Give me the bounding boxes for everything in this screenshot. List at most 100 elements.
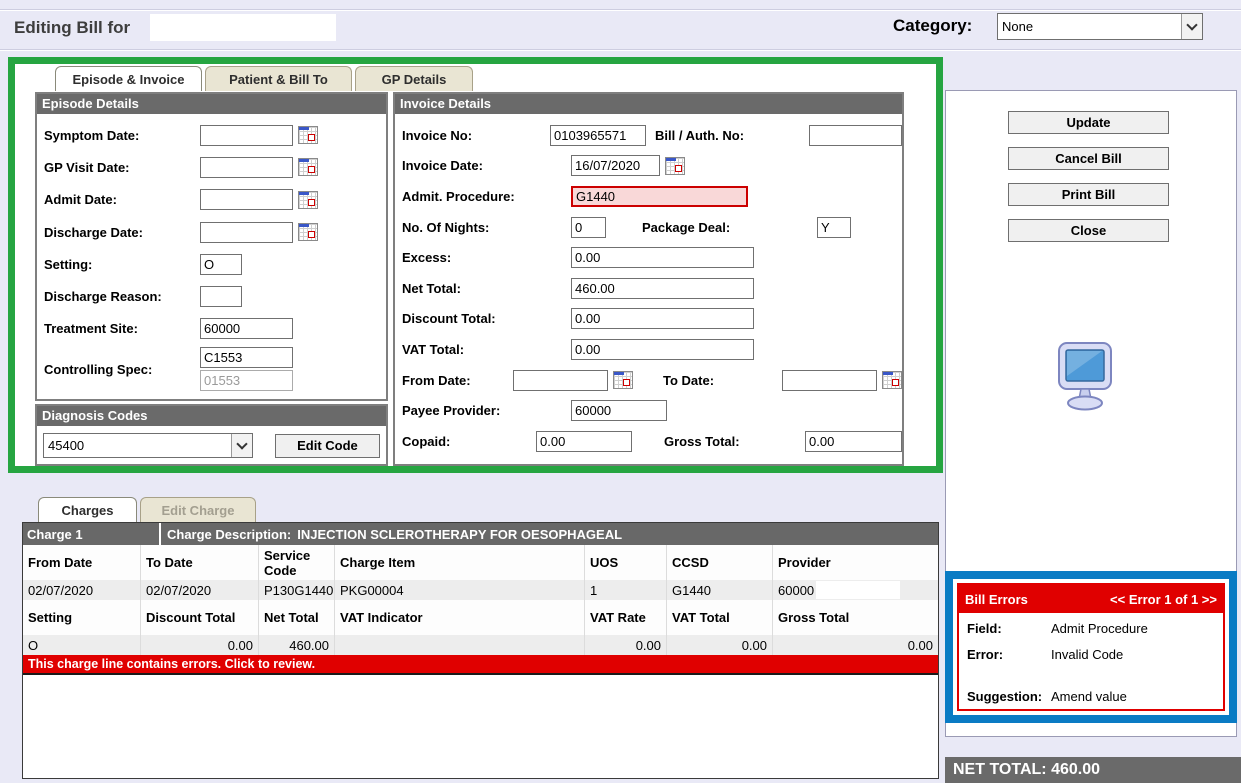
- discharge-date-input[interactable]: [200, 221, 293, 243]
- discount-total-cell: 0.00: [141, 635, 259, 655]
- from-date-input[interactable]: [513, 369, 608, 391]
- admit-date-label: Admit Date:: [44, 192, 117, 208]
- episode-details-panel: Episode Details Symptom Date: GP Visit D…: [35, 92, 388, 401]
- charge-number: Charge 1: [23, 523, 161, 545]
- package-deal-input[interactable]: [817, 216, 851, 238]
- uos-cell: 1: [585, 580, 667, 600]
- col-header: Service Code: [259, 545, 335, 580]
- diagnosis-code-select[interactable]: 45400: [43, 433, 253, 458]
- gp-visit-date-input[interactable]: [200, 156, 293, 178]
- edit-code-button[interactable]: Edit Code: [274, 433, 380, 458]
- tab-label: Episode & Invoice: [72, 71, 185, 87]
- discharge-reason-label: Discharge Reason:: [44, 289, 162, 305]
- treatment-site-input[interactable]: [200, 318, 293, 340]
- charge-data-row-2[interactable]: O 0.00 460.00 0.00 0.00 0.00: [23, 635, 938, 655]
- bill-errors-title: Bill Errors: [965, 591, 1028, 607]
- excess-label: Excess:: [402, 250, 452, 266]
- col-header: VAT Rate: [585, 600, 667, 635]
- vat-total-input[interactable]: [571, 338, 754, 360]
- vat-total-cell: 0.00: [667, 635, 773, 655]
- bill-auth-no-input[interactable]: [809, 124, 902, 146]
- bill-editor-window: Editing Bill for Category: None Episode …: [0, 0, 1241, 783]
- discharge-reason-input[interactable]: [200, 286, 242, 308]
- copaid-row: Copaid: Gross Total:: [395, 426, 902, 457]
- calendar-icon[interactable]: [665, 156, 685, 175]
- invoice-date-label: Invoice Date:: [402, 158, 483, 174]
- error-label: Error:: [967, 647, 1004, 662]
- tab-label: Charges: [61, 502, 114, 518]
- admit-procedure-row: Admit. Procedure:: [395, 181, 902, 212]
- charge-header-row-1: From Date To Date Service Code Charge It…: [23, 545, 938, 580]
- error-pager[interactable]: << Error 1 of 1 >>: [1110, 592, 1217, 607]
- print-bill-button[interactable]: Print Bill: [1008, 183, 1169, 206]
- calendar-icon[interactable]: [298, 126, 318, 145]
- copaid-input[interactable]: [536, 430, 632, 452]
- tab-patient-bill-to[interactable]: Patient & Bill To: [205, 66, 352, 91]
- admit-date-row: Admit Date:: [37, 184, 386, 216]
- bill-auth-no-label: Bill / Auth. No:: [655, 127, 745, 143]
- bill-for-input[interactable]: [150, 14, 336, 41]
- vat-rate-cell: 0.00: [585, 635, 667, 655]
- controlling-spec-secondary-input: [200, 370, 293, 392]
- net-total-cell: 460.00: [259, 635, 335, 655]
- net-total-bar: NET TOTAL: 460.00: [945, 757, 1241, 783]
- payee-provider-input[interactable]: [571, 400, 667, 422]
- calendar-icon[interactable]: [298, 190, 318, 209]
- calendar-icon[interactable]: [298, 223, 318, 242]
- col-header: VAT Total: [667, 600, 773, 635]
- vat-total-label: VAT Total:: [402, 341, 465, 357]
- category-select[interactable]: None: [997, 13, 1203, 40]
- tab-gp-details[interactable]: GP Details: [355, 66, 473, 91]
- symptom-date-input[interactable]: [200, 124, 293, 146]
- admit-date-input[interactable]: [200, 189, 293, 211]
- discount-total-label: Discount Total:: [402, 311, 496, 327]
- tab-label: Edit Charge: [161, 502, 235, 518]
- net-total-row: Net Total:: [395, 273, 902, 304]
- update-button[interactable]: Update: [1008, 111, 1169, 134]
- redaction-overlay: [816, 581, 900, 599]
- service-code-cell: P130G1440: [259, 580, 335, 600]
- tab-charges[interactable]: Charges: [38, 497, 137, 522]
- no-of-nights-input[interactable]: [571, 216, 606, 238]
- no-of-nights-label: No. Of Nights:: [402, 219, 490, 235]
- to-date-input[interactable]: [782, 369, 877, 391]
- charge-data-row-1[interactable]: 02/07/2020 02/07/2020 P130G1440 PKG00004…: [23, 580, 938, 600]
- suggestion-row: Suggestion: Amend value: [967, 689, 1127, 704]
- col-header: CCSD: [667, 545, 773, 580]
- invoice-date-input[interactable]: [571, 155, 660, 177]
- calendar-icon[interactable]: [613, 371, 633, 390]
- vat-indicator-cell: [335, 635, 585, 655]
- setting-input[interactable]: [200, 253, 242, 275]
- col-header: Gross Total: [778, 610, 850, 625]
- error-detail-row: Error: Invalid Code: [967, 647, 1123, 662]
- cancel-bill-button[interactable]: Cancel Bill: [1008, 147, 1169, 170]
- divider: [0, 49, 1241, 50]
- chevron-down-icon[interactable]: [1181, 14, 1202, 39]
- controlling-spec-input[interactable]: [200, 347, 293, 369]
- col-header: Provider: [778, 555, 831, 570]
- copaid-label: Copaid:: [402, 433, 451, 449]
- invoice-details-panel: Invoice Details Invoice No: Bill / Auth.…: [393, 92, 904, 466]
- net-total-input[interactable]: [571, 277, 754, 299]
- symptom-date-label: Symptom Date:: [44, 127, 140, 143]
- charge-error-banner[interactable]: This charge line contains errors. Click …: [23, 655, 938, 675]
- error-field-row: Field: Admit Procedure: [967, 621, 1148, 636]
- close-button[interactable]: Close: [1008, 219, 1169, 242]
- invoice-no-input[interactable]: [550, 124, 646, 146]
- from-date-label: From Date:: [402, 372, 471, 388]
- admit-procedure-input[interactable]: [571, 185, 748, 207]
- calendar-icon[interactable]: [882, 371, 902, 390]
- calendar-icon[interactable]: [298, 158, 318, 177]
- excess-input[interactable]: [571, 247, 754, 269]
- tab-episode-invoice[interactable]: Episode & Invoice: [55, 66, 202, 91]
- gross-total-input[interactable]: [805, 430, 902, 452]
- chevron-down-icon[interactable]: [230, 434, 252, 457]
- tab-label: Patient & Bill To: [229, 71, 328, 87]
- gross-total-cell: 0.00: [907, 637, 933, 653]
- no-of-nights-row: No. Of Nights: Package Deal:: [395, 212, 902, 243]
- package-deal-label: Package Deal:: [642, 219, 731, 235]
- invoice-details-header: Invoice Details: [395, 94, 902, 114]
- diagnosis-codes-header: Diagnosis Codes: [37, 406, 386, 426]
- discount-total-input[interactable]: [571, 308, 754, 330]
- controlling-spec-label: Controlling Spec:: [44, 361, 153, 377]
